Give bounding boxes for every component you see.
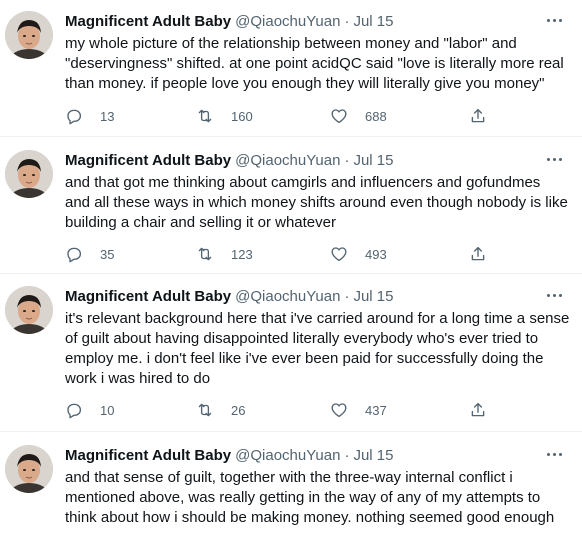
like-count: 493 — [365, 246, 387, 262]
share-button[interactable] — [469, 244, 487, 264]
author-handle[interactable]: @QiaochuYuan — [235, 152, 340, 169]
reply-count: 13 — [100, 108, 115, 124]
tweet-date[interactable]: Jul 15 — [353, 447, 393, 464]
more-icon[interactable] — [543, 445, 565, 463]
avatar[interactable] — [5, 286, 53, 334]
reply-count: 35 — [100, 246, 115, 262]
reply-count: 10 — [100, 402, 115, 418]
tweet-text: it's relevant background here that i've … — [65, 310, 570, 387]
tweet-header: Magnificent Adult Baby @QiaochuYuan · Jul 1… — [65, 287, 393, 307]
more-icon[interactable] — [543, 11, 565, 29]
avatar[interactable] — [5, 445, 53, 493]
reply-icon — [67, 403, 82, 419]
tweet[interactable]: Magnificent Adult Baby @QiaochuYuan · Jul 1… — [0, 0, 582, 136]
retweet-count: 123 — [231, 246, 253, 262]
tweet-text: my whole picture of the relationship bet… — [65, 35, 564, 92]
like-button[interactable]: 493 — [330, 244, 387, 264]
author-name[interactable]: Magnificent Adult Baby — [65, 447, 231, 464]
reply-icon — [67, 247, 82, 263]
retweet-icon — [198, 109, 212, 123]
tweet-date[interactable]: Jul 15 — [353, 288, 393, 305]
like-button[interactable]: 688 — [330, 106, 387, 126]
tweet-feed: Magnificent Adult Baby @QiaochuYuan · Jul 1… — [0, 0, 582, 539]
separator: · — [344, 152, 350, 169]
more-icon[interactable] — [543, 286, 565, 304]
retweet-count: 160 — [231, 108, 253, 124]
tweet-header: Magnificent Adult Baby @QiaochuYuan · Jul 1… — [65, 12, 393, 32]
reply-button[interactable]: 35 — [65, 244, 114, 264]
share-button[interactable] — [469, 400, 487, 420]
divider — [0, 431, 582, 432]
author-handle[interactable]: @QiaochuYuan — [235, 447, 340, 464]
share-icon — [471, 108, 485, 123]
retweet-button[interactable]: 123 — [196, 244, 253, 264]
tweet-date[interactable]: Jul 15 — [353, 13, 393, 30]
avatar[interactable] — [5, 11, 53, 59]
like-button[interactable]: 437 — [330, 400, 387, 420]
heart-icon — [331, 109, 347, 124]
separator: · — [344, 13, 350, 30]
tweet-header: Magnificent Adult Baby @QiaochuYuan · Jul 1… — [65, 446, 393, 466]
author-name[interactable]: Magnificent Adult Baby — [65, 288, 231, 305]
retweet-button[interactable]: 26 — [196, 400, 245, 420]
tweet-actions: 13 160 688 — [65, 106, 505, 126]
reply-button[interactable]: 10 — [65, 400, 114, 420]
tweet[interactable]: Magnificent Adult Baby @QiaochuYuan · Jul 1… — [0, 139, 582, 273]
reply-icon — [67, 109, 82, 125]
like-count: 688 — [365, 108, 387, 124]
retweet-count: 26 — [231, 402, 246, 418]
tweet-header: Magnificent Adult Baby @QiaochuYuan · Jul 1… — [65, 151, 393, 171]
divider — [0, 136, 582, 137]
retweet-button[interactable]: 160 — [196, 106, 253, 126]
share-button[interactable] — [469, 106, 487, 126]
divider — [0, 273, 582, 274]
share-icon — [471, 402, 485, 417]
separator: · — [344, 288, 350, 305]
author-handle[interactable]: @QiaochuYuan — [235, 288, 340, 305]
author-name[interactable]: Magnificent Adult Baby — [65, 13, 231, 30]
separator: · — [344, 447, 350, 464]
share-icon — [471, 246, 485, 261]
avatar[interactable] — [5, 150, 53, 198]
tweet-actions: 35 123 493 — [65, 244, 505, 264]
author-name[interactable]: Magnificent Adult Baby — [65, 152, 231, 169]
retweet-icon — [198, 247, 212, 261]
reply-button[interactable]: 13 — [65, 106, 114, 126]
retweet-icon — [198, 403, 212, 417]
like-count: 437 — [365, 402, 387, 418]
tweet-actions: 10 26 437 — [65, 400, 505, 420]
heart-icon — [331, 247, 347, 262]
tweet-text: and that sense of guilt, together with t… — [65, 469, 555, 526]
tweet-text: and that got me thinking about camgirls … — [65, 174, 568, 231]
tweet[interactable]: Magnificent Adult Baby @QiaochuYuan · Jul 1… — [0, 434, 582, 539]
more-icon[interactable] — [543, 150, 565, 168]
tweet[interactable]: Magnificent Adult Baby @QiaochuYuan · Jul 1… — [0, 275, 582, 431]
heart-icon — [331, 403, 347, 418]
author-handle[interactable]: @QiaochuYuan — [235, 13, 340, 30]
tweet-date[interactable]: Jul 15 — [353, 152, 393, 169]
